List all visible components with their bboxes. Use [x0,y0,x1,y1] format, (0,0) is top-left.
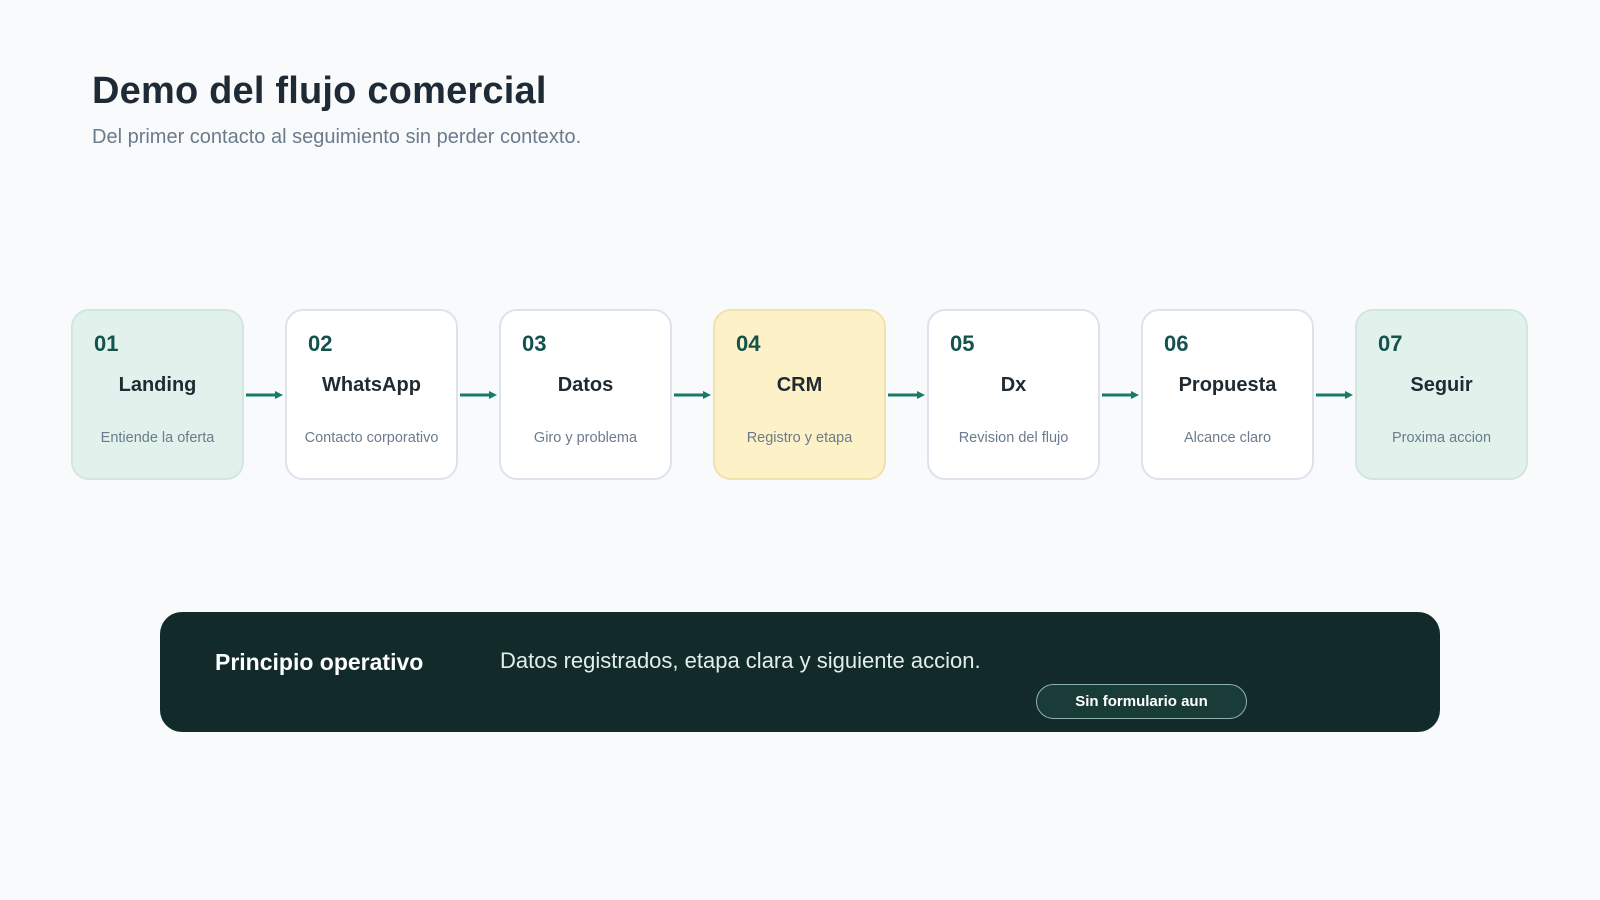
step-description: Proxima accion [1391,430,1492,446]
page: Demo del flujo comercial Del primer cont… [0,0,1600,900]
step-number: 07 [1378,331,1403,356]
page-subtitle: Del primer contacto al seguimiento sin p… [92,126,582,148]
step-title: Landing [118,374,197,396]
step-title: WhatsApp [322,374,421,396]
step-card-seguir: 07 Seguir Proxima accion [1355,309,1528,480]
arrow-right-icon [244,309,285,480]
arrow-right-icon [672,309,713,480]
page-title: Demo del flujo comercial [92,70,547,112]
step-title: Propuesta [1178,374,1277,396]
step-number: 03 [522,331,547,356]
step-number: 02 [308,331,333,356]
step-description: Registro y etapa [746,430,853,446]
step-number: 04 [736,331,761,356]
step-description: Revision del flujo [958,430,1069,446]
process-flow: 01 Landing Entiende la oferta 02 WhatsAp… [71,309,1528,480]
step-card-landing: 01 Landing Entiende la oferta [71,309,244,480]
step-card-whatsapp: 02 WhatsApp Contacto corporativo [285,309,458,480]
step-number: 06 [1164,331,1189,356]
arrow-right-icon [886,309,927,480]
step-card-propuesta: 06 Propuesta Alcance claro [1141,309,1314,480]
step-card-datos: 03 Datos Giro y problema [499,309,672,480]
step-title: Dx [1000,374,1027,396]
step-description: Entiende la oferta [100,430,215,446]
step-description: Alcance claro [1183,430,1272,446]
arrow-right-icon [458,309,499,480]
step-card-crm: 04 CRM Registro y etapa [713,309,886,480]
arrow-right-icon [1314,309,1355,480]
banner-label: Principio operativo [215,649,424,675]
step-description: Contacto corporativo [304,430,439,446]
step-title: Datos [557,374,614,396]
form-status-chip[interactable]: Sin formulario aun [1036,684,1247,719]
step-title: CRM [776,374,823,396]
step-card-dx: 05 Dx Revision del flujo [927,309,1100,480]
step-number: 01 [94,331,119,356]
step-description: Giro y problema [533,430,638,446]
banner-text: Datos registrados, etapa clara y siguien… [500,648,981,673]
step-number: 05 [950,331,975,356]
principle-banner: Principio operativo Datos registrados, e… [160,612,1440,732]
step-title: Seguir [1410,374,1473,396]
arrow-right-icon [1100,309,1141,480]
